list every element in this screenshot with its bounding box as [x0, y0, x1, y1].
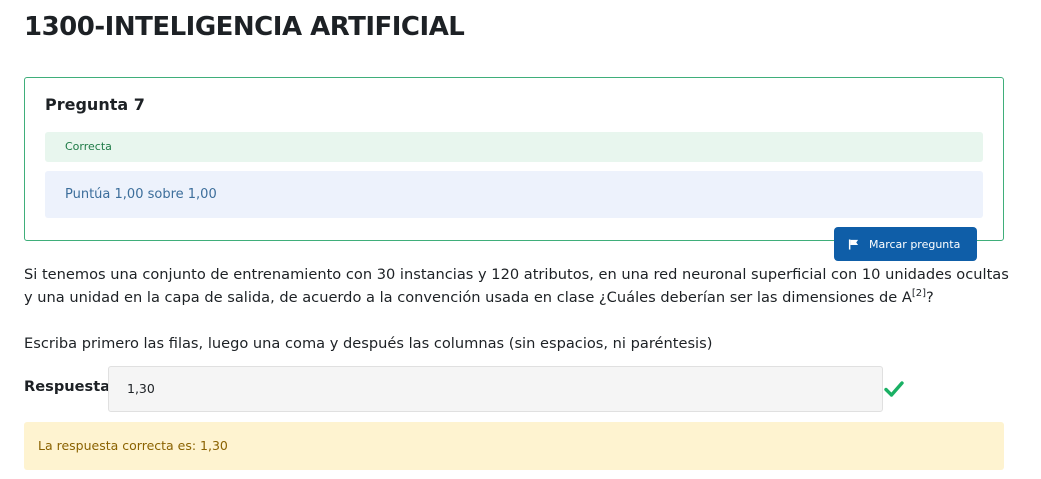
page-title: 1300-INTELIGENCIA ARTIFICIAL	[24, 12, 465, 42]
checkmark-icon	[884, 381, 904, 397]
question-text-superscript: [2]	[911, 288, 927, 299]
question-instructions: Escriba primero las filas, luego una com…	[24, 335, 713, 352]
flag-question-button[interactable]: Marcar pregunta	[834, 227, 977, 261]
question-grade: Puntúa 1,00 sobre 1,00	[45, 171, 983, 218]
flag-icon	[848, 238, 859, 250]
question-info-box: Pregunta 7 Correcta Puntúa 1,00 sobre 1,…	[24, 77, 1004, 241]
question-text-end: ?	[926, 289, 934, 306]
question-text: Si tenemos una conjunto de entrenamiento…	[24, 263, 1014, 309]
question-text-main: Si tenemos una conjunto de entrenamiento…	[24, 266, 1009, 306]
answer-field[interactable]: 1,30	[108, 366, 883, 412]
quiz-review-page: 1300-INTELIGENCIA ARTIFICIAL Pregunta 7 …	[0, 0, 1041, 479]
question-state-badge: Correcta	[45, 132, 983, 162]
correct-answer-feedback: La respuesta correcta es: 1,30	[24, 422, 1004, 470]
answer-label: Respuesta:	[24, 378, 116, 395]
flag-question-label: Marcar pregunta	[869, 237, 961, 251]
question-number: Pregunta 7	[45, 95, 145, 114]
